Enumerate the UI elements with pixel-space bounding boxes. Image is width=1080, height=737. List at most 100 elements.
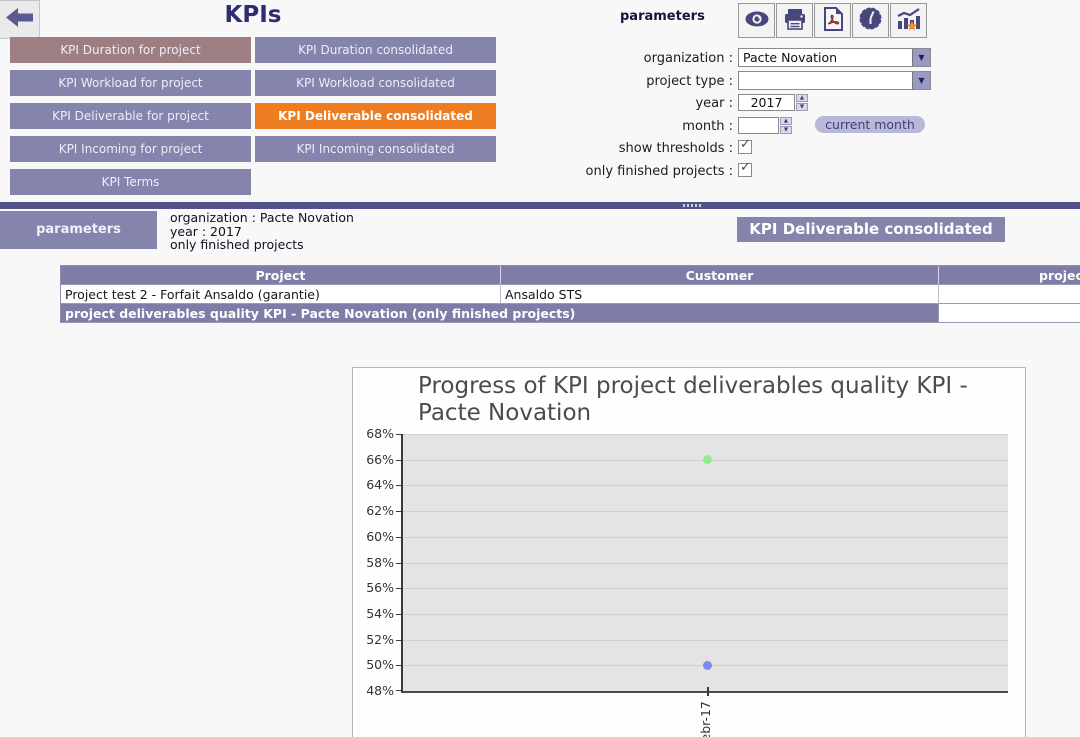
project-type-select[interactable]: ▼ [738,71,931,90]
spinner-up-icon[interactable]: ▲ [780,117,792,125]
only-finished-projects-label: only finished projects : [586,164,733,179]
column-header-project-extra: project [939,266,1080,285]
extra-cell [939,285,1080,304]
eye-icon [744,8,770,34]
summary-line: year : 2017 [170,225,354,239]
y-axis-tick [396,640,403,641]
only-finished-projects-checkbox[interactable]: ✓ [738,163,752,177]
month-field[interactable] [738,117,779,134]
y-axis-tick [396,614,403,615]
spinner-down-icon[interactable]: ▼ [780,126,792,134]
summary-line: organization : Pacte Novation [170,211,354,225]
selected-parameters-summary: organization : Pacte Novation year : 201… [170,211,354,252]
parameters-label: parameters [620,9,705,24]
year-stepper[interactable]: ▲ ▼ [796,94,808,111]
month-stepper[interactable]: ▲ ▼ [780,117,792,134]
customer-cell: Ansaldo STS [501,285,939,304]
y-axis-tick [396,537,403,538]
splitter-grip-icon[interactable] [683,204,702,207]
gridline [403,640,1008,641]
y-axis-tick-label: 52% [353,632,394,648]
summary-line: only finished projects [170,238,354,252]
y-axis-tick [396,563,403,564]
y-axis-tick [396,434,403,435]
kpi-dashboard-page: KPIs KPI Duration for project KPI Durati… [0,0,1080,737]
chart-title: Progress of KPI project deliverables qua… [418,373,968,427]
spinner-down-icon[interactable]: ▼ [796,103,808,111]
kpi-duration-consolidated-button[interactable]: KPI Duration consolidated [255,37,496,63]
gridline [403,537,1008,538]
y-axis-tick-label: 64% [353,477,394,493]
gridline [403,614,1008,615]
kpi-band-label: project deliverables quality KPI - Pacte… [61,304,939,323]
plot-area [401,434,1008,693]
x-axis-tick [707,687,709,696]
y-axis-tick-label: 58% [353,555,394,571]
organization-label: organization : [644,51,733,66]
kpi-band-row: project deliverables quality KPI - Pacte… [61,304,1080,323]
splitter-bar[interactable] [0,202,1080,209]
history-button[interactable] [852,3,889,38]
kpi-workload-for-project-button[interactable]: KPI Workload for project [10,70,251,96]
y-axis-tick-label: 68% [353,426,394,442]
kpi-deliverable-for-project-button[interactable]: KPI Deliverable for project [10,103,251,129]
print-button[interactable] [776,3,813,38]
gridline [403,434,1008,435]
extra-cell [939,304,1080,323]
gridline [403,511,1008,512]
kpi-workload-consolidated-button[interactable]: KPI Workload consolidated [255,70,496,96]
year-field[interactable] [738,94,795,111]
view-button[interactable] [738,3,775,38]
chart-icon [896,7,921,35]
y-axis-tick [396,511,403,512]
column-header-customer: Customer [501,266,939,285]
table-header-row: Project Customer project [61,266,1080,285]
check-icon: ✓ [740,160,751,175]
page-title: KPIs [10,2,496,28]
organization-value: Pacte Novation [743,50,837,65]
pdf-export-button[interactable] [814,3,851,38]
x-axis-tick-label: Febr-17 [698,698,713,737]
chart-report-button[interactable] [890,3,927,38]
y-axis-tick [396,485,403,486]
y-axis-tick-label: 60% [353,529,394,545]
chevron-down-icon[interactable]: ▼ [912,72,930,89]
kpi-progress-chart: Progress of KPI project deliverables qua… [352,367,1026,737]
gridline [403,588,1008,589]
spinner-up-icon[interactable]: ▲ [796,94,808,102]
y-axis-tick-label: 62% [353,503,394,519]
check-icon: ✓ [740,137,751,152]
kpi-duration-for-project-button[interactable]: KPI Duration for project [10,37,251,63]
y-axis-tick [396,460,403,461]
column-header-project: Project [61,266,501,285]
y-axis-tick-label: 66% [353,452,394,468]
printer-icon [783,7,807,35]
show-thresholds-label: show thresholds : [619,141,733,156]
organization-select[interactable]: Pacte Novation ▼ [738,48,931,67]
month-label: month : [682,119,733,134]
y-axis-tick [396,665,403,666]
y-axis-tick [396,588,403,589]
data-point-green-66pct [703,455,712,464]
year-label: year : [695,96,733,111]
y-axis-tick [396,690,403,691]
kpi-terms-button[interactable]: KPI Terms [10,169,251,195]
gridline [403,485,1008,486]
y-axis-tick-label: 48% [353,683,394,699]
current-month-button[interactable]: current month [815,116,925,133]
gridline [403,563,1008,564]
kpi-incoming-for-project-button[interactable]: KPI Incoming for project [10,136,251,162]
y-axis-tick-label: 50% [353,657,394,673]
project-cell: Project test 2 - Forfait Ansaldo (garant… [61,285,501,304]
kpi-deliverable-consolidated-button[interactable]: KPI Deliverable consolidated [255,103,496,129]
y-axis-tick-label: 56% [353,580,394,596]
clock-icon [858,6,883,35]
chevron-down-icon[interactable]: ▼ [912,49,930,66]
pdf-icon [822,7,844,35]
show-thresholds-checkbox[interactable]: ✓ [738,140,752,154]
kpi-incoming-consolidated-button[interactable]: KPI Incoming consolidated [255,136,496,162]
table-row: Project test 2 - Forfait Ansaldo (garant… [61,285,1080,304]
project-type-label: project type : [646,74,733,89]
parameters-toggle-button[interactable]: parameters [0,211,157,249]
projects-table: Project Customer project Project test 2 … [60,265,1080,323]
